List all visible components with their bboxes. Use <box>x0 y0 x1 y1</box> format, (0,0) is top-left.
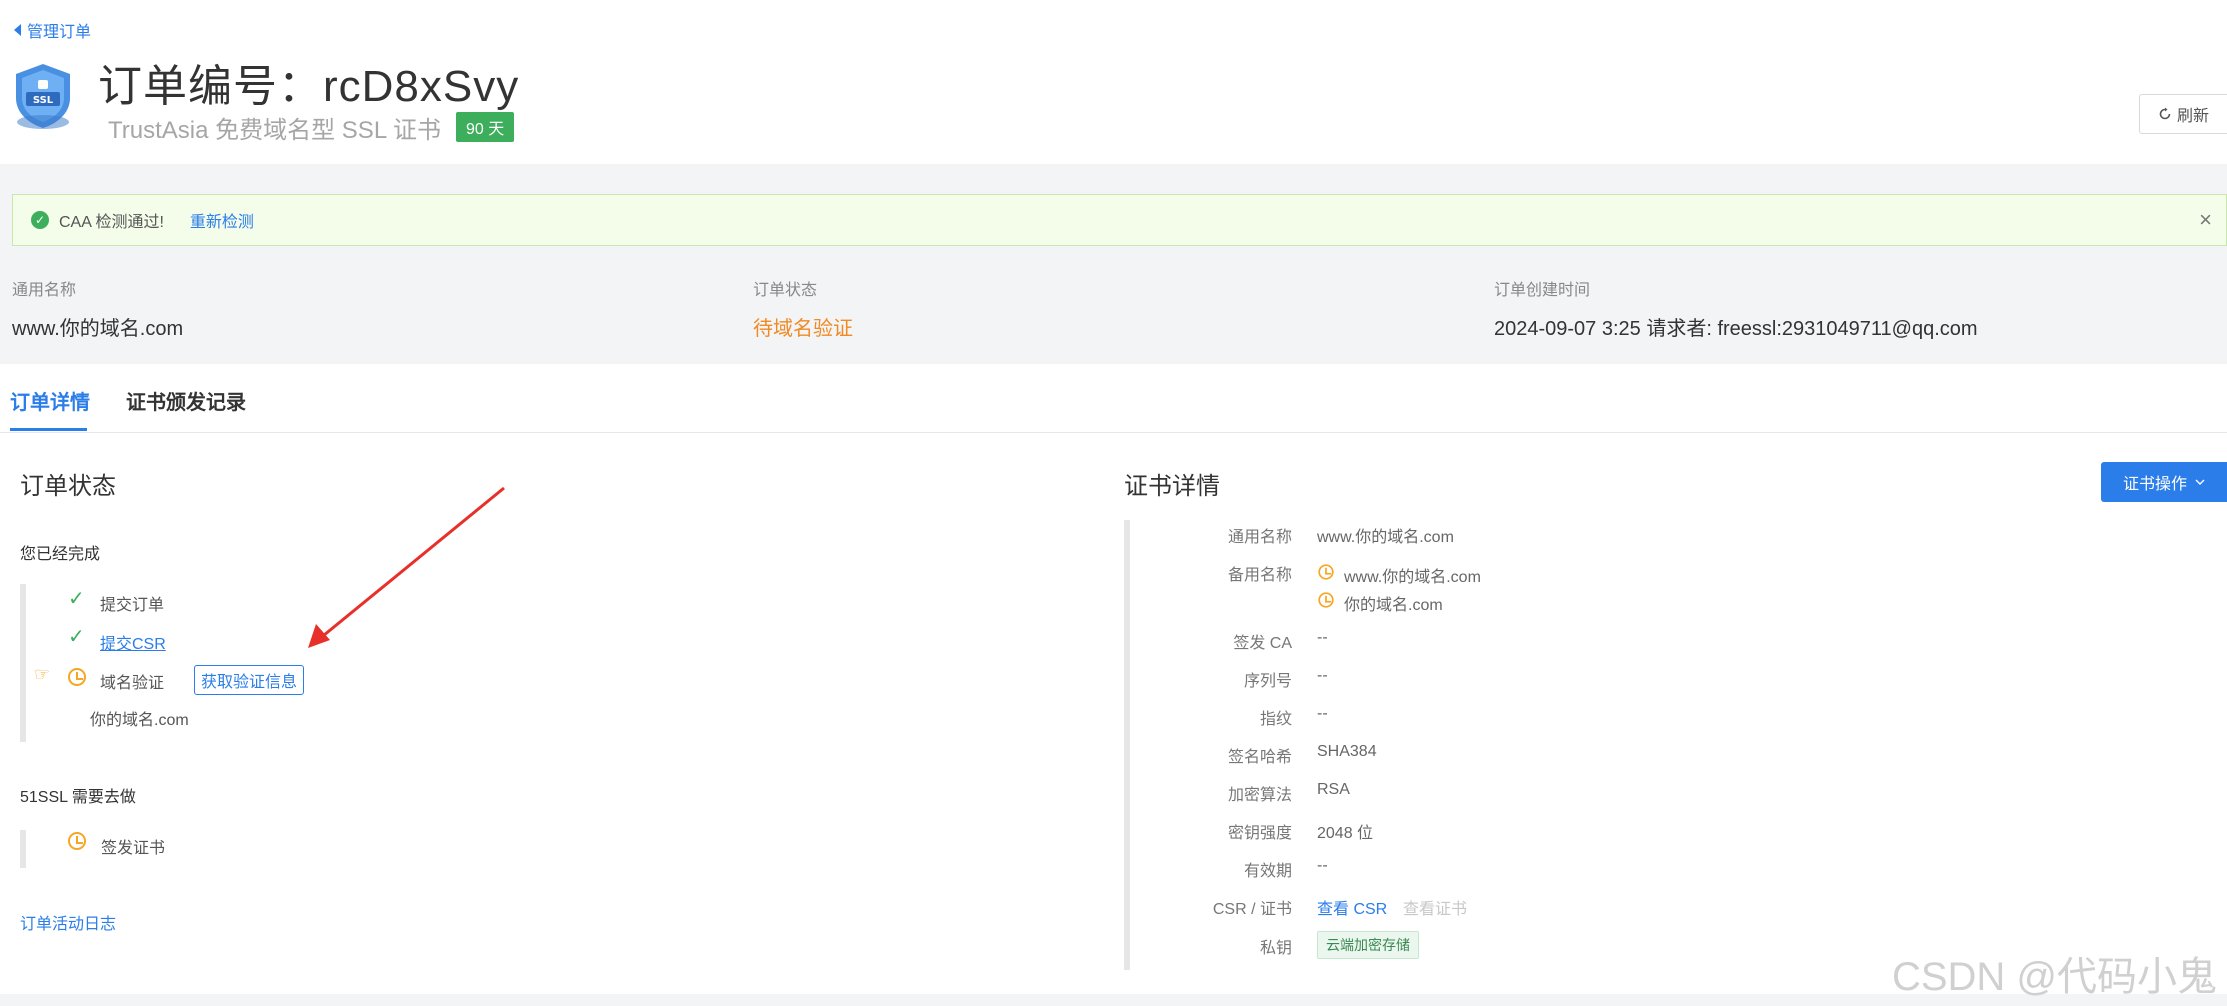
pointing-hand-icon: ☞ <box>34 664 51 684</box>
active-tab-indicator <box>10 428 87 431</box>
clock-icon <box>68 668 86 686</box>
step-issue-certificate: 签发证书 <box>101 840 166 857</box>
order-status-value: 待域名验证 <box>753 318 853 340</box>
detail-label-serial: 序列号 <box>1243 673 1292 690</box>
detail-label-signature-hash: 签名哈希 <box>1227 749 1292 766</box>
cert-actions-label: 证书操作 <box>2122 476 2187 493</box>
details-bar <box>1124 520 1130 970</box>
validation-domain: 你的域名.com <box>90 712 189 729</box>
order-title: 订单编号：rcD8xSvy <box>98 62 520 111</box>
detail-value-alt-name-1: www.你的域名.com <box>1344 569 1481 586</box>
todo-bar <box>20 830 26 868</box>
check-circle-icon: ✓ <box>31 211 49 229</box>
back-link-label: 管理订单 <box>27 24 92 41</box>
ssl-shield-icon: SSL <box>16 64 70 129</box>
detail-label-key-strength: 密钥强度 <box>1227 825 1292 842</box>
caret-left-icon <box>14 24 21 36</box>
step-submit-order: 提交订单 <box>100 597 165 614</box>
svg-text:SSL: SSL <box>33 95 54 106</box>
tab-issuance-records[interactable]: 证书颁发记录 <box>126 386 246 415</box>
caa-alert: ✓ CAA 检测通过! 重新检测 × <box>12 194 2227 246</box>
created-time-label: 订单创建时间 <box>1494 282 1591 299</box>
detail-label-common-name: 通用名称 <box>1227 529 1292 546</box>
back-to-orders-link[interactable]: 管理订单 <box>14 18 91 42</box>
detail-value-serial: -- <box>1317 667 1328 684</box>
detail-value-issuer-ca: -- <box>1317 629 1328 646</box>
get-validation-info-button[interactable]: 获取验证信息 <box>194 665 305 695</box>
step-domain-validation: 域名验证 <box>100 675 165 692</box>
watermark: CSDN @代码小鬼 <box>1891 955 2217 999</box>
step-submit-csr-link[interactable]: 提交CSR <box>100 630 166 654</box>
common-name-value: www.你的域名.com <box>12 318 184 340</box>
clock-icon <box>1318 592 1334 608</box>
clock-icon <box>1318 564 1334 580</box>
detail-label-alt-names: 备用名称 <box>1227 567 1292 584</box>
detail-value-key-strength: 2048 位 <box>1317 825 1374 842</box>
detail-label-private-key: 私钥 <box>1259 940 1292 957</box>
cert-actions-button[interactable]: 证书操作 <box>2101 462 2227 502</box>
steps-bar <box>20 584 26 742</box>
product-name: TrustAsia 免费域名型 SSL 证书 <box>108 117 441 144</box>
detail-label-csr-cert: CSR / 证书 <box>1212 901 1292 918</box>
annotation-arrow-icon <box>308 486 505 648</box>
close-icon[interactable]: × <box>2199 207 2212 233</box>
cloud-encrypted-storage-tag: 云端加密存储 <box>1317 931 1419 959</box>
detail-value-fingerprint: -- <box>1317 705 1328 722</box>
tab-divider <box>0 432 2227 433</box>
detail-label-fingerprint: 指纹 <box>1259 711 1292 728</box>
chevron-down-icon <box>2195 479 2205 485</box>
detail-value-validity: -- <box>1317 857 1328 874</box>
recheck-link[interactable]: 重新检测 <box>190 208 254 232</box>
refresh-icon <box>2159 107 2171 120</box>
todo-heading: 51SSL 需要去做 <box>20 789 136 806</box>
validity-days-badge: 90 天 <box>456 112 515 142</box>
cert-details-title: 证书详情 <box>1124 473 1220 500</box>
created-time-value: 2024-09-07 3:25 请求者: freessl:2931049711@… <box>1494 318 1978 340</box>
activity-log-link[interactable]: 订单活动日志 <box>20 910 116 934</box>
detail-value-signature-hash: SHA384 <box>1317 743 1377 760</box>
detail-label-validity: 有效期 <box>1243 863 1292 880</box>
alert-message: CAA 检测通过! <box>59 214 164 231</box>
refresh-label: 刷新 <box>2176 108 2209 125</box>
detail-label-issuer-ca: 签发 CA <box>1233 635 1292 652</box>
order-status-title: 订单状态 <box>20 473 116 500</box>
clock-icon <box>68 832 86 850</box>
order-status-label: 订单状态 <box>753 282 818 299</box>
detail-label-algorithm: 加密算法 <box>1227 787 1292 804</box>
view-cert-link: 查看证书 <box>1403 901 1468 918</box>
completed-heading: 您已经完成 <box>20 546 101 563</box>
check-icon: ✓ <box>68 588 85 610</box>
common-name-label: 通用名称 <box>12 282 77 299</box>
tab-order-details[interactable]: 订单详情 <box>10 386 90 415</box>
check-icon: ✓ <box>68 626 85 648</box>
detail-value-algorithm: RSA <box>1317 781 1350 798</box>
refresh-button[interactable]: 刷新 <box>2139 94 2227 134</box>
detail-value-alt-name-2: 你的域名.com <box>1344 597 1443 614</box>
detail-value-common-name: www.你的域名.com <box>1317 529 1454 546</box>
view-csr-link[interactable]: 查看 CSR <box>1317 895 1387 919</box>
